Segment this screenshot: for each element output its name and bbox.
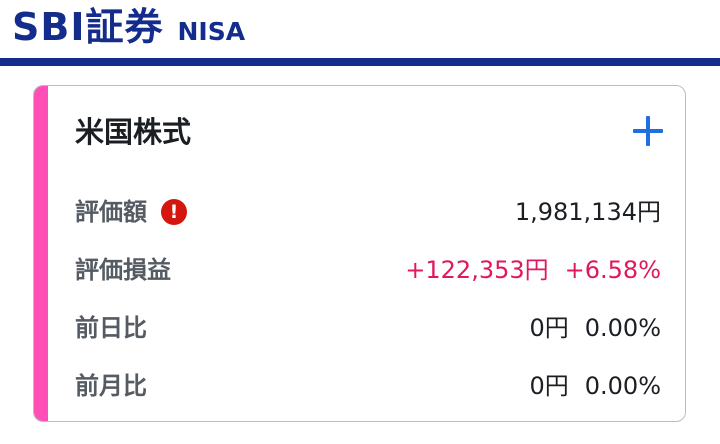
month-change-amount: 0円 <box>529 372 569 400</box>
valuation-label: 評価額 <box>75 198 147 226</box>
month-change-label: 前月比 <box>75 372 147 400</box>
day-change-percent: 0.00% <box>584 314 661 342</box>
sbi-logo[interactable]: SBI証券 NISA <box>12 2 245 52</box>
exclamation-icon[interactable]: ! <box>161 199 187 225</box>
valuation-row: 評価額 ! 1,981,134円 <box>75 192 661 232</box>
profit-loss-label: 評価損益 <box>75 256 171 284</box>
day-change-amount: 0円 <box>529 314 569 342</box>
card-title: 米国株式 <box>75 115 192 149</box>
header-divider <box>0 58 720 66</box>
valuation-value: 1,981,134円 <box>514 198 661 226</box>
month-change-percent: 0.00% <box>584 372 661 400</box>
card-accent-bar <box>34 86 48 421</box>
us-stocks-card: 米国株式 評価額 ! 1,981,134円 評価損益 +122,353円 +6.5… <box>33 85 686 422</box>
profit-loss-amount: +122,353円 <box>405 256 549 284</box>
profit-loss-percent: +6.58% <box>564 256 661 284</box>
day-change-row: 前日比 0円 0.00% <box>75 308 661 348</box>
app-header: SBI証券 NISA <box>0 0 720 58</box>
account-type-label: NISA <box>177 17 246 46</box>
profit-loss-row: 評価損益 +122,353円 +6.58% <box>75 250 661 290</box>
month-change-row: 前月比 0円 0.00% <box>75 366 661 406</box>
plus-icon[interactable] <box>631 114 665 148</box>
day-change-label: 前日比 <box>75 314 147 342</box>
brand-name: SBI証券 <box>12 5 164 49</box>
